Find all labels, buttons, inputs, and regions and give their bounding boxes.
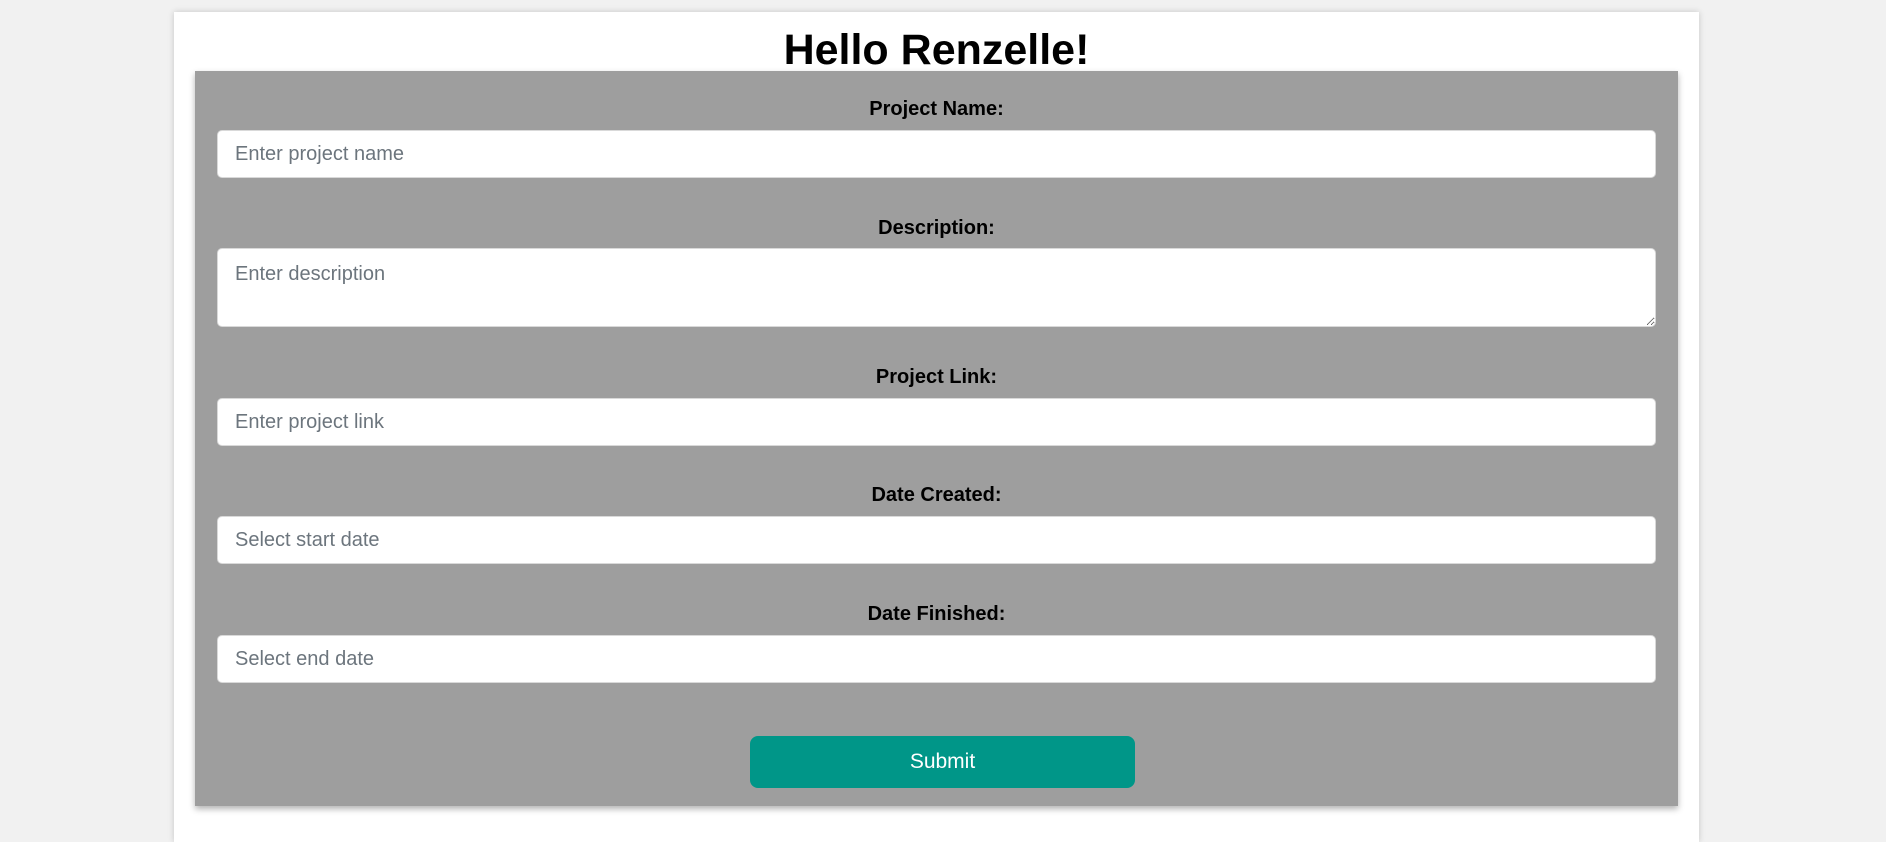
greeting-heading: Hello Renzelle! [783, 26, 1090, 74]
date-created-label: Date Created: [871, 484, 1002, 506]
project-name-input[interactable] [217, 130, 1656, 178]
submit-button[interactable]: Submit [750, 736, 1135, 788]
date-finished-input[interactable] [217, 635, 1656, 683]
description-textarea[interactable] [217, 248, 1656, 327]
date-created-input[interactable] [217, 516, 1656, 564]
date-finished-label: Date Finished: [867, 603, 1006, 625]
description-label: Description: [878, 217, 995, 239]
project-link-input[interactable] [217, 398, 1656, 446]
project-link-label: Project Link: [875, 366, 998, 388]
project-form: Project Name: Description: Project Link:… [195, 71, 1678, 806]
project-name-label: Project Name: [869, 98, 1004, 120]
page-container: Hello Renzelle! Project Name: Descriptio… [174, 12, 1699, 842]
